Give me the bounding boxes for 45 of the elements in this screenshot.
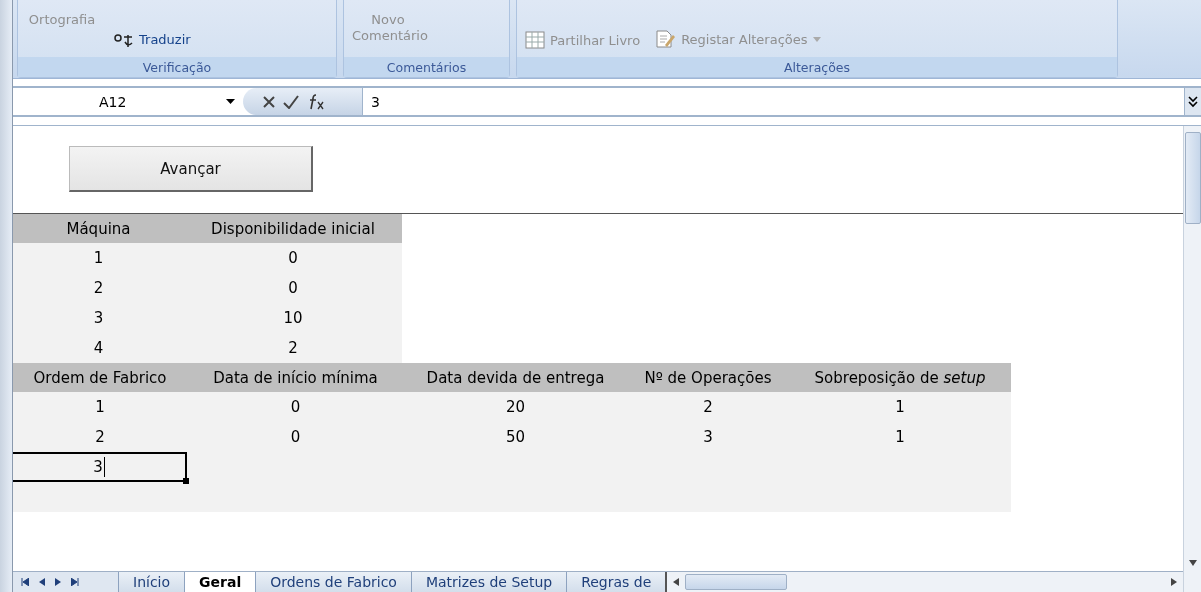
table-cell: 0 [184,273,402,303]
group-label: Verificação [18,57,336,77]
formula-field[interactable]: 3 [363,88,1184,115]
sheet-tab[interactable]: Matrizes de Setup [410,572,567,592]
sheet-tab[interactable]: Regras de [566,572,666,592]
table-cell: 3 [13,303,184,333]
table-cell: 10 [184,303,402,333]
active-cell[interactable]: 3 [13,452,187,482]
column-header: Disponibilidade inicial [184,214,402,243]
first-sheet-icon[interactable] [21,578,29,586]
column-header: Máquina [13,214,184,243]
sheet-tab[interactable]: Geral [184,572,256,592]
ribbon-button[interactable]: Traduzir [112,29,191,49]
check-icon[interactable] [283,94,299,109]
function-icon[interactable] [307,93,325,110]
cancel-icon[interactable] [263,95,275,108]
share-icon [525,31,545,49]
name-box[interactable]: A12 [13,88,243,115]
scrollbar-thumb[interactable] [1184,132,1201,224]
track-icon [654,29,677,49]
table-cell: 2 [184,333,402,363]
expand-icon[interactable] [1188,95,1198,108]
table-cell: 1 [13,243,184,273]
table-cell: 4 [13,333,184,363]
column-header: Ordem de Fabrico [13,363,187,392]
sheet-tab[interactable]: Início [118,572,185,592]
next-sheet-icon[interactable] [55,578,61,586]
last-sheet-icon[interactable] [71,578,79,586]
column-header: Sobreposição de setup [789,363,1011,392]
column-header: Data devida de entrega [404,363,627,392]
previous-sheet-icon[interactable] [39,578,45,586]
sheet-tab[interactable]: Ordens de Fabrico [255,572,411,592]
scroll-down-icon[interactable] [1188,560,1197,566]
dropdown-arrow-icon [226,99,235,104]
group-label: Comentários [344,57,509,77]
column-header: Data de início mínima [187,363,404,392]
scroll-left-icon[interactable] [673,578,680,586]
scrollbar-thumb[interactable] [685,574,788,590]
scroll-right-icon[interactable] [1171,578,1177,586]
table-cell: 2 [13,273,184,303]
advance-button[interactable]: Avançar [69,146,313,192]
column-header: Nº de Operações [627,363,789,392]
group-label: Alterações [517,57,1117,77]
dropdown-arrow-icon [812,36,821,42]
table-cell: 0 [184,243,402,273]
